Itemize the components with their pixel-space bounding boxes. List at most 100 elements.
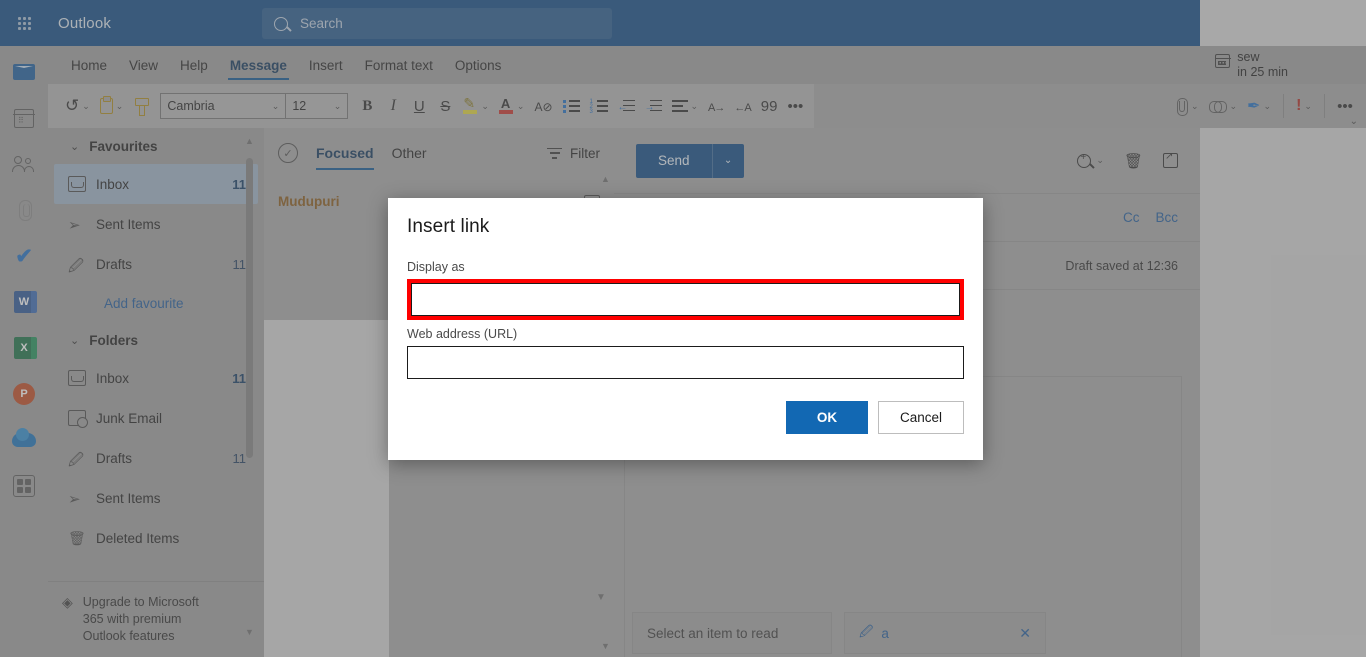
importance-button[interactable]: ! ⌄ bbox=[1291, 91, 1317, 121]
upcoming-event-reminder[interactable]: sew in 25 min bbox=[1214, 50, 1288, 80]
underline-button[interactable]: U bbox=[406, 91, 432, 121]
inbox-icon bbox=[68, 370, 86, 386]
send-button[interactable]: Send ⌄ bbox=[636, 143, 744, 178]
mail-icon bbox=[13, 64, 35, 80]
sidebar-item-inbox[interactable]: Inbox 11 bbox=[54, 358, 258, 398]
chevron-down-icon: ⌄ bbox=[690, 100, 699, 111]
undo-icon bbox=[65, 96, 79, 116]
cancel-button[interactable]: Cancel bbox=[878, 401, 964, 434]
sidebar-item-favourite-drafts[interactable]: 🖉 Drafts 11 bbox=[54, 244, 258, 284]
tab-options[interactable]: Options bbox=[444, 46, 513, 84]
rail-item-all-apps[interactable] bbox=[8, 470, 40, 502]
undo-button[interactable]: ⌄ bbox=[60, 91, 95, 121]
rail-item-calendar[interactable] bbox=[8, 102, 40, 134]
rail-item-word[interactable]: W bbox=[8, 286, 40, 318]
bold-button[interactable]: B bbox=[354, 91, 380, 121]
more-format-button[interactable]: ••• bbox=[782, 91, 808, 121]
font-size-select[interactable]: 12 ⌄ bbox=[285, 94, 347, 118]
paste-button[interactable]: ⌄ bbox=[95, 91, 129, 121]
bulleted-list-button[interactable] bbox=[558, 91, 585, 121]
rail-item-files[interactable] bbox=[8, 194, 40, 226]
sidebar-item-junk-email[interactable]: Junk Email bbox=[54, 398, 258, 438]
compose-scroll-down-arrow-icon[interactable]: ▼ bbox=[596, 592, 606, 603]
rail-item-excel[interactable]: X bbox=[8, 332, 40, 364]
chevron-down-icon: ⌄ bbox=[70, 140, 80, 153]
filter-button[interactable]: Filter bbox=[547, 146, 600, 161]
sidebar-item-label: Sent Items bbox=[96, 490, 161, 506]
sidebar-item-drafts[interactable]: 🖉 Drafts 11 bbox=[54, 438, 258, 478]
font-name-select[interactable]: Cambria ⌄ bbox=[161, 94, 285, 118]
folder-pane-scrollbar[interactable]: ▲ ▼ bbox=[243, 136, 256, 637]
rail-item-powerpoint[interactable]: P bbox=[8, 378, 40, 410]
upgrade-promo[interactable]: ◈ Upgrade to Microsoft 365 with premium … bbox=[48, 581, 264, 657]
italic-button[interactable]: I bbox=[380, 91, 406, 121]
send-options-chevron-down-icon[interactable]: ⌄ bbox=[711, 143, 744, 178]
signature-icon: ✒ bbox=[1247, 98, 1261, 115]
increase-indent-button[interactable]: → bbox=[640, 91, 667, 121]
collapse-ribbon-button[interactable]: ⌄ bbox=[1350, 116, 1358, 127]
signature-button[interactable]: ✒ ⌄ bbox=[1242, 91, 1276, 121]
rail-item-todo[interactable]: ✔ bbox=[8, 240, 40, 272]
link-icon bbox=[1208, 100, 1227, 113]
rail-item-people[interactable] bbox=[8, 148, 40, 180]
close-icon[interactable]: ✕ bbox=[1019, 625, 1031, 642]
draft-tab[interactable]: 🖉 a ✕ bbox=[844, 612, 1046, 654]
web-address-label: Web address (URL) bbox=[407, 327, 518, 341]
rail-item-onedrive[interactable] bbox=[8, 424, 40, 456]
scroll-down-arrow-icon[interactable]: ▼ bbox=[599, 641, 612, 651]
dialog-title: Insert link bbox=[407, 216, 490, 237]
tab-help[interactable]: Help bbox=[169, 46, 219, 84]
highlight-button[interactable]: ⌄ bbox=[458, 91, 494, 121]
strikethrough-button[interactable]: S bbox=[432, 91, 458, 121]
tab-format-text[interactable]: Format text bbox=[354, 46, 444, 84]
zoom-button[interactable]: ⌄ bbox=[1077, 152, 1104, 168]
quote-button[interactable]: 99 bbox=[756, 91, 783, 121]
ok-button[interactable]: OK bbox=[786, 401, 868, 434]
insert-link-button[interactable]: ⌄ bbox=[1204, 91, 1243, 121]
scroll-up-arrow-icon[interactable]: ▲ bbox=[599, 174, 612, 184]
cc-button[interactable]: Cc bbox=[1123, 210, 1140, 225]
sidebar-item-favourite-sent[interactable]: ➢ Sent Items bbox=[54, 204, 258, 244]
font-color-icon bbox=[498, 96, 514, 115]
sidebar-item-label: Drafts bbox=[96, 256, 133, 272]
format-painter-button[interactable] bbox=[128, 91, 154, 121]
popout-button[interactable] bbox=[1163, 151, 1178, 168]
attach-button[interactable]: ⌄ bbox=[1170, 91, 1204, 121]
display-as-input[interactable] bbox=[411, 283, 960, 316]
search-input[interactable]: Search bbox=[262, 8, 612, 39]
scrollbar-thumb[interactable] bbox=[246, 158, 253, 458]
decrease-indent-button[interactable]: ← bbox=[613, 91, 640, 121]
rtl-button[interactable] bbox=[729, 91, 755, 121]
tab-home[interactable]: Home bbox=[60, 46, 118, 84]
favourites-group-header[interactable]: ⌄ Favourites bbox=[48, 128, 264, 164]
sidebar-item-favourite-inbox[interactable]: Inbox 11 bbox=[54, 164, 258, 204]
importance-icon: ! bbox=[1296, 97, 1302, 114]
tab-insert[interactable]: Insert bbox=[298, 46, 354, 84]
chevron-down-icon: ⌄ bbox=[115, 100, 124, 111]
strikethrough-icon: S bbox=[440, 97, 451, 115]
sent-icon: ➢ bbox=[68, 491, 81, 508]
folders-group-header[interactable]: ⌄ Folders bbox=[48, 322, 264, 358]
align-button[interactable]: ⌄ bbox=[667, 91, 704, 121]
ltr-button[interactable] bbox=[703, 91, 729, 121]
tab-focused[interactable]: Focused bbox=[316, 128, 374, 178]
clear-formatting-button[interactable] bbox=[529, 91, 557, 121]
decrease-indent-icon: ← bbox=[618, 99, 635, 113]
sidebar-item-sent-items[interactable]: ➢ Sent Items bbox=[54, 478, 258, 518]
select-all-icon[interactable]: ✓ bbox=[278, 143, 298, 163]
tab-message[interactable]: Message bbox=[219, 46, 298, 84]
scroll-up-arrow-icon[interactable]: ▲ bbox=[243, 136, 256, 146]
bcc-button[interactable]: Bcc bbox=[1155, 210, 1178, 225]
discard-draft-button[interactable]: 🗑 bbox=[1124, 152, 1143, 170]
font-color-button[interactable]: ⌄ bbox=[494, 91, 530, 121]
app-launcher-waffle-icon[interactable] bbox=[0, 0, 48, 46]
numbered-list-button[interactable]: 123 bbox=[585, 91, 613, 121]
web-address-input[interactable] bbox=[407, 346, 964, 379]
tab-other[interactable]: Other bbox=[392, 128, 427, 178]
add-favourite-button[interactable]: Add favourite bbox=[48, 284, 264, 322]
tab-view[interactable]: View bbox=[118, 46, 169, 84]
rail-item-mail[interactable] bbox=[8, 56, 40, 88]
sidebar-item-deleted-items[interactable]: 🗑 Deleted Items bbox=[54, 518, 258, 558]
paste-icon bbox=[99, 95, 113, 114]
message-list-header: ✓ Focused Other Filter bbox=[264, 128, 614, 178]
